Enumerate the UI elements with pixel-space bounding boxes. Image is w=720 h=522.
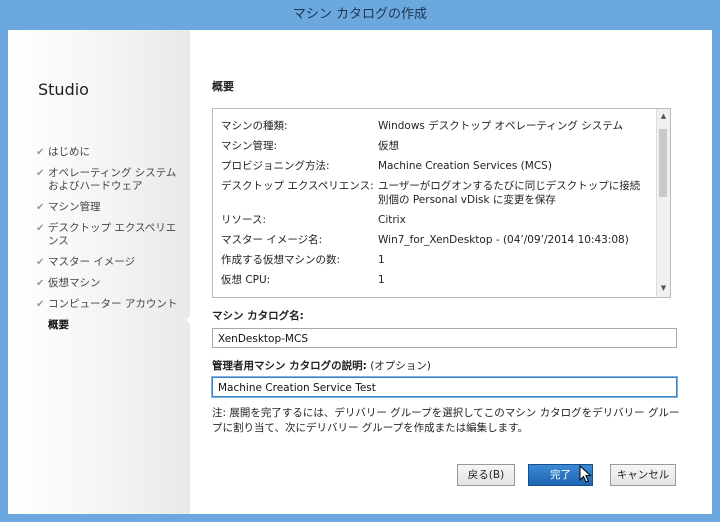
- cancel-button[interactable]: キャンセル: [610, 464, 676, 486]
- check-icon: ✔: [36, 147, 45, 158]
- summary-key: 作成する仮想マシンの数:: [221, 254, 341, 266]
- summary-key: 仮想 CPU:: [221, 274, 271, 286]
- summary-row: リソース: Citrix: [221, 213, 651, 227]
- summary-row: マシン管理: 仮想: [221, 139, 651, 153]
- wizard-step-label: デスクトップ エクスペリエンス: [48, 222, 177, 247]
- mouse-cursor-icon: [579, 465, 592, 483]
- wizard-steps: ✔ はじめに ✔ オペレーティング システム およびハードウェア ✔ マシン管理 ✔ デスクト…: [36, 146, 186, 340]
- description-label: 管理者用マシン カタログの説明: (オプション): [212, 358, 431, 373]
- window-bottom-edge: [0, 514, 720, 522]
- description-label-text: 管理者用マシン カタログの説明:: [212, 360, 367, 372]
- summary-value: 仮想: [378, 140, 399, 152]
- check-icon: ✔: [36, 299, 45, 310]
- summary-key: リソース:: [221, 214, 267, 226]
- description-input[interactable]: Machine Creation Service Test: [212, 377, 677, 397]
- wizard-step: ✔ デスクトップ エクスペリエンス: [36, 222, 186, 248]
- summary-key: マシン管理:: [221, 140, 278, 152]
- app-name: Studio: [38, 80, 89, 99]
- summary-value: ユーザーがログオンするたびに同じデスクトップに接続 別個の Personal v…: [378, 180, 641, 206]
- summary-content: マシンの種類: Windows デスクトップ オペレーティング システムマシン管理…: [221, 119, 651, 291]
- check-icon: ✔: [36, 202, 45, 213]
- note-text: 注: 展開を完了するには、デリバリー グループを選択してこのマシン カタログをデ…: [212, 407, 680, 434]
- summary-value: 1: [378, 254, 385, 266]
- catalog-name-label-text: マシン カタログ名:: [212, 310, 304, 322]
- wizard-step: 概要: [36, 319, 186, 332]
- wizard-sidebar: Studio ✔ はじめに ✔ オペレーティング システム およびハードウェア ✔ マシン…: [8, 30, 190, 514]
- summary-row: 作成する仮想マシンの数: 1: [221, 253, 651, 267]
- summary-key: デスクトップ エクスペリエンス:: [221, 180, 374, 192]
- wizard-step: ✔ オペレーティング システム およびハードウェア: [36, 167, 186, 193]
- summary-row: デスクトップ エクスペリエンス: ユーザーがログオンするたびに同じデスクトップに接…: [221, 179, 651, 207]
- summary-value: Windows デスクトップ オペレーティング システム: [378, 120, 623, 132]
- check-icon: ✔: [36, 257, 45, 268]
- wizard-step: ✔ 仮想マシン: [36, 277, 186, 290]
- wizard-step: ✔ マスター イメージ: [36, 256, 186, 269]
- window-title: マシン カタログの作成: [292, 7, 428, 22]
- summary-list[interactable]: マシンの種類: Windows デスクトップ オペレーティング システムマシン管理…: [212, 108, 671, 298]
- summary-value: Machine Creation Services (MCS): [378, 160, 552, 172]
- wizard-step-label: コンピューター アカウント: [48, 298, 178, 310]
- summary-row: マシンの種類: Windows デスクトップ オペレーティング システム: [221, 119, 651, 133]
- dialog-body: Studio ✔ はじめに ✔ オペレーティング システム およびハードウェア ✔ マシン…: [8, 30, 712, 514]
- summary-key: プロビジョニング方法:: [221, 160, 330, 172]
- summary-row: 仮想 CPU: 1: [221, 273, 651, 287]
- back-button[interactable]: 戻る(B): [457, 464, 515, 486]
- check-icon: ✔: [36, 168, 45, 179]
- summary-row: プロビジョニング方法: Machine Creation Services (MC…: [221, 159, 651, 173]
- wizard-step-label: 概要: [48, 319, 69, 331]
- summary-key: マスター イメージ名:: [221, 234, 323, 246]
- check-icon: ✔: [36, 278, 45, 289]
- summary-row: マスター イメージ名: Win7_for_XenDesktop - (04’/09…: [221, 233, 651, 247]
- scroll-down-icon[interactable]: ▼: [659, 284, 668, 294]
- wizard-step-label: はじめに: [48, 146, 90, 158]
- catalog-name-input[interactable]: XenDesktop-MCS: [212, 328, 677, 348]
- check-icon: ✔: [36, 223, 45, 234]
- summary-value: Citrix: [378, 214, 406, 226]
- wizard-step-label: オペレーティング システム およびハードウェア: [48, 167, 177, 192]
- wizard-step: ✔ コンピューター アカウント: [36, 298, 186, 311]
- description-optional: (オプション): [370, 360, 431, 372]
- wizard-step: ✔ はじめに: [36, 146, 186, 159]
- catalog-name-label: マシン カタログ名:: [212, 308, 304, 323]
- active-step-pointer: [186, 312, 194, 328]
- section-title: 概要: [212, 80, 234, 93]
- scroll-thumb[interactable]: [659, 129, 667, 197]
- dialog-window: マシン カタログの作成 Studio ✔ はじめに ✔ オペレーティング システム お…: [0, 0, 720, 522]
- summary-value: 1: [378, 274, 385, 286]
- summary-scrollbar[interactable]: ▲ ▼: [656, 109, 670, 297]
- wizard-step-label: マシン管理: [48, 201, 101, 213]
- wizard-step: ✔ マシン管理: [36, 201, 186, 214]
- scroll-up-icon[interactable]: ▲: [659, 112, 668, 122]
- wizard-step-label: マスター イメージ: [48, 256, 136, 268]
- summary-value: Win7_for_XenDesktop - (04’/09’/2014 10:4…: [378, 234, 629, 246]
- summary-key: マシンの種類:: [221, 120, 288, 132]
- wizard-step-label: 仮想マシン: [48, 277, 101, 289]
